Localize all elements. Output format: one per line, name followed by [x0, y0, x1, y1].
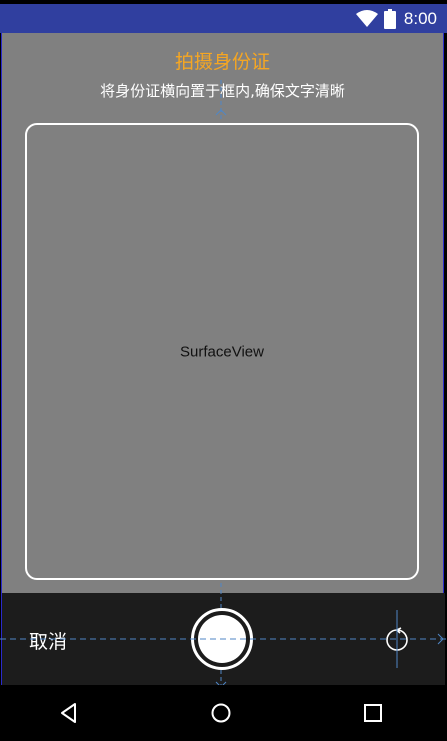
wifi-icon: [355, 9, 378, 27]
page-title: 拍摄身份证: [174, 51, 270, 73]
shutter-icon: [198, 615, 246, 663]
camera-activity: 拍摄身份证 将身份证横向置于框内,确保文字清晰 SurfaceView 取消: [1, 33, 445, 685]
back-icon[interactable]: [57, 701, 81, 725]
id-card-frame: SurfaceView: [25, 123, 419, 580]
home-icon[interactable]: [209, 701, 233, 725]
recents-icon[interactable]: [361, 701, 385, 725]
page-subtitle: 将身份证横向置于框内,确保文字清晰: [100, 82, 345, 100]
shutter-button[interactable]: [191, 608, 253, 670]
status-bar: 8:00: [0, 4, 447, 33]
cancel-button[interactable]: 取消: [29, 627, 67, 654]
battery-icon: [383, 8, 396, 29]
status-icons: 8:00: [355, 4, 437, 33]
switch-camera-icon[interactable]: [384, 627, 410, 653]
status-time: 8:00: [403, 8, 437, 28]
camera-control-bar: 取消: [2, 593, 445, 685]
surface-view-label: SurfaceView: [180, 343, 264, 360]
navigation-bar: [0, 685, 447, 741]
phone-screen: 8:00 拍摄身份证 将身份证横向置于框内,确保文字清晰 SurfaceView…: [0, 0, 447, 741]
